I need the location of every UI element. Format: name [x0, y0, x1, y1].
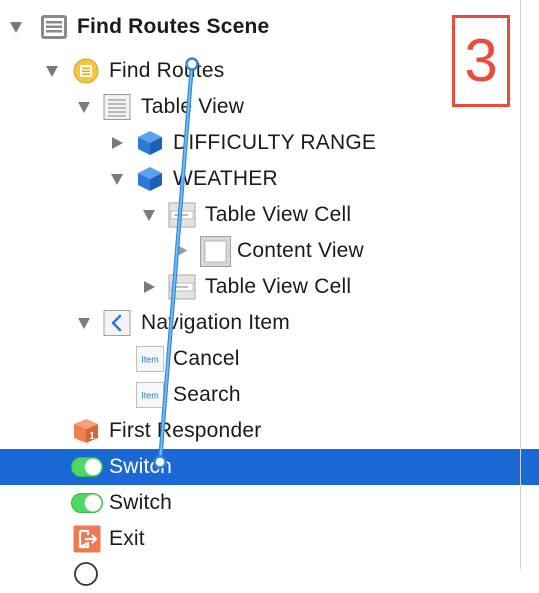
outline-row-cancel-item[interactable]: Item Cancel	[0, 341, 520, 377]
outline-row-table-view[interactable]: Table View	[0, 89, 520, 125]
view-icon	[200, 236, 231, 267]
step-badge: 3	[452, 15, 510, 107]
view-controller-icon	[73, 58, 99, 84]
clipped-row-icon	[74, 562, 98, 586]
toggle-switch-icon	[71, 457, 103, 477]
table-cell-icon	[168, 274, 196, 300]
navigation-back-icon	[103, 310, 131, 336]
outline-row-find-routes-controller[interactable]: Find Routes	[0, 53, 520, 89]
outline-row-table-view-cell-1[interactable]: Table View Cell	[0, 197, 520, 233]
bar-item-icon-text: Item	[141, 391, 159, 401]
outline-row-label: DIFFICULTY RANGE	[173, 131, 377, 154]
outline-row-label: Switch	[109, 455, 173, 478]
first-responder-icon-text: 1	[89, 431, 95, 442]
exit-icon	[73, 525, 101, 553]
disclosure-expanded-icon[interactable]	[76, 315, 92, 331]
outline-row-switch[interactable]: Switch	[0, 485, 520, 521]
cube-icon	[138, 167, 162, 191]
outline-row-label: Search	[173, 383, 241, 406]
outline-row-first-responder[interactable]: 1 First Responder	[0, 413, 520, 449]
outline-row-find-routes-scene[interactable]: Find Routes Scene	[0, 9, 520, 45]
outline-row-search-item[interactable]: Item Search	[0, 377, 520, 413]
outline-row-label: Table View	[141, 95, 245, 118]
outline-row-label: WEATHER	[173, 167, 278, 190]
step-number: 3	[464, 27, 498, 94]
bar-item-icon: Item	[136, 382, 164, 408]
outline-row-label: First Responder	[109, 419, 262, 442]
disclosure-expanded-icon[interactable]	[109, 171, 125, 187]
disclosure-collapsed-icon[interactable]	[141, 279, 157, 295]
outline-row-label: Content View	[237, 239, 364, 262]
outline-row-weather-section[interactable]: WEATHER	[0, 161, 520, 197]
disclosure-expanded-icon[interactable]	[141, 207, 157, 223]
table-view-icon	[103, 94, 131, 120]
outline-row-partial[interactable]	[0, 557, 520, 593]
disclosure-expanded-icon[interactable]	[44, 63, 60, 79]
first-responder-icon: 1	[74, 419, 98, 443]
outline-row-label: Find Routes Scene	[77, 15, 270, 38]
cube-icon	[138, 131, 162, 155]
outline-row-content-view[interactable]: Content View	[0, 233, 520, 269]
outline-row-table-view-cell-2[interactable]: Table View Cell	[0, 269, 520, 305]
toggle-switch-icon	[71, 493, 103, 513]
bar-item-icon: Item	[136, 346, 164, 372]
outline-row-label: Exit	[109, 527, 145, 550]
outline-row-label: Table View Cell	[205, 275, 352, 298]
bar-item-icon-text: Item	[141, 355, 159, 365]
outline-row-switch-selected[interactable]: Switch	[0, 449, 539, 485]
disclosure-collapsed-icon[interactable]	[176, 244, 189, 257]
outline-row-label: Switch	[109, 491, 173, 514]
disclosure-expanded-icon[interactable]	[76, 99, 92, 115]
outline-row-difficulty-range-section[interactable]: DIFFICULTY RANGE	[0, 125, 520, 161]
outline-row-exit[interactable]: Exit	[0, 521, 520, 557]
outline-row-navigation-item[interactable]: Navigation Item	[0, 305, 520, 341]
outline-row-label: Find Routes	[109, 59, 225, 82]
table-cell-icon	[168, 202, 196, 228]
scene-icon	[41, 15, 67, 39]
disclosure-collapsed-icon[interactable]	[109, 135, 125, 151]
outline-row-label: Cancel	[173, 347, 240, 370]
panel-divider	[520, 0, 521, 569]
outline-row-label: Table View Cell	[205, 203, 352, 226]
disclosure-expanded-icon[interactable]	[8, 19, 24, 35]
outline-row-label: Navigation Item	[141, 311, 290, 334]
